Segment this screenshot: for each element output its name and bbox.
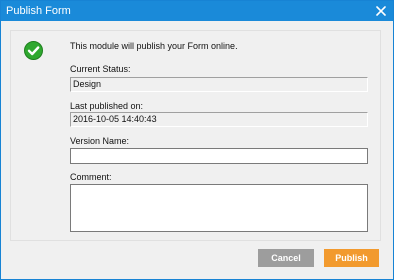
publish-button[interactable]: Publish: [324, 249, 379, 267]
version-name-label: Version Name:: [70, 136, 130, 146]
dialog-title: Publish Form: [6, 5, 71, 17]
current-status-label: Current Status:: [70, 64, 131, 74]
last-published-value: 2016-10-05 14:40:43: [70, 112, 368, 127]
publish-form-dialog: Publish Form This module will publish yo…: [0, 0, 394, 280]
close-icon: [376, 6, 386, 16]
comment-textarea[interactable]: [70, 184, 368, 232]
current-status-value: Design: [70, 77, 368, 92]
info-message: This module will publish your Form onlin…: [70, 41, 238, 51]
content-panel: This module will publish your Form onlin…: [10, 30, 381, 241]
cancel-button[interactable]: Cancel: [258, 249, 314, 267]
close-button[interactable]: [371, 1, 391, 21]
last-published-label: Last published on:: [70, 101, 144, 111]
version-name-input[interactable]: [70, 148, 368, 164]
success-check-icon: [24, 41, 43, 60]
comment-label: Comment:: [70, 172, 112, 182]
title-bar: Publish Form: [1, 1, 393, 21]
